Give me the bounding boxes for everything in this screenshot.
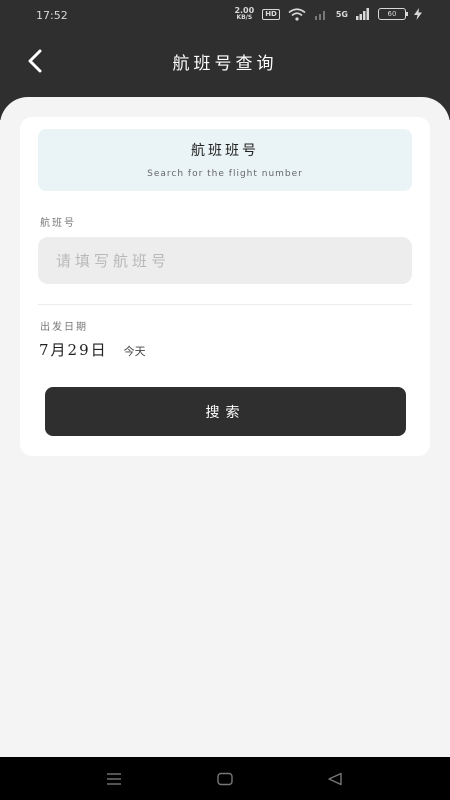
battery-level: 60: [387, 10, 397, 18]
departure-date-value: 7月29日: [39, 341, 108, 359]
signal-strong-icon: [356, 8, 369, 20]
network-type: 5G: [335, 9, 348, 19]
search-card: 航班班号 Search for the flight number 航班号 出发…: [20, 117, 430, 456]
departure-date-label: 出发日期: [40, 322, 88, 333]
flight-number-label: 航班号: [40, 218, 76, 229]
divider: [38, 304, 412, 305]
nav-back-button[interactable]: [326, 770, 344, 788]
menu-icon: [107, 773, 121, 785]
network-speed: 2.00 KB/S: [234, 6, 255, 22]
navigation-bar: [0, 757, 450, 800]
home-icon: [217, 772, 233, 786]
battery-icon: 60: [378, 8, 408, 20]
content-sheet: 航班班号 Search for the flight number 航班号 出发…: [0, 97, 450, 757]
hint-subtitle: Search for the flight number: [147, 169, 303, 179]
status-time: 17:52: [36, 9, 68, 22]
signal-weak-icon: [314, 11, 325, 20]
network-speed-unit: KB/S: [236, 14, 253, 21]
page-title: 航班号查询: [172, 54, 278, 74]
charging-icon: [414, 8, 422, 20]
status-icons: 2.00 KB/S HD 5G 60: [234, 7, 422, 21]
search-button[interactable]: 搜索: [45, 387, 406, 436]
network-speed-value: 2.00: [234, 6, 255, 15]
hd-badge: HD: [262, 8, 280, 20]
departure-date-selector[interactable]: 7月29日 今天: [39, 339, 146, 360]
flight-number-input[interactable]: [38, 237, 412, 284]
wifi-icon: [288, 7, 306, 21]
nav-home-button[interactable]: [216, 770, 234, 788]
departure-day-label: 今天: [123, 345, 146, 358]
status-bar: 17:52 2.00 KB/S HD 5G 60: [0, 0, 450, 30]
back-triangle-icon: [328, 772, 342, 786]
nav-menu-button[interactable]: [105, 770, 123, 788]
hint-box: 航班班号 Search for the flight number: [38, 129, 412, 191]
hint-title: 航班班号: [191, 143, 259, 159]
